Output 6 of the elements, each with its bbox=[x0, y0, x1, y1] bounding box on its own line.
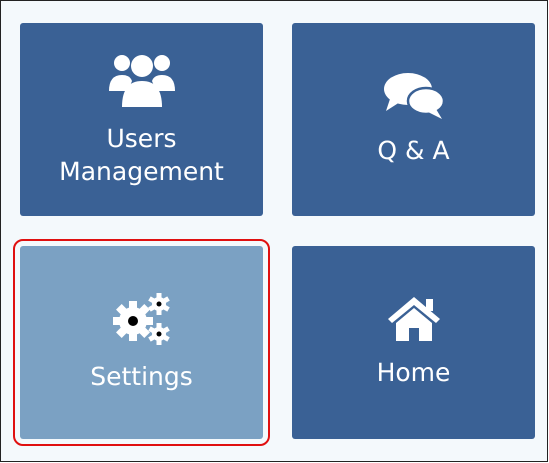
chat-icon bbox=[382, 71, 446, 122]
home-icon bbox=[386, 295, 442, 344]
gears-icon bbox=[110, 291, 172, 348]
menu-tile[interactable]: Q & A bbox=[292, 23, 535, 216]
menu-tile[interactable]: Home bbox=[292, 246, 535, 439]
menu-tile[interactable]: Users Management bbox=[20, 23, 263, 216]
